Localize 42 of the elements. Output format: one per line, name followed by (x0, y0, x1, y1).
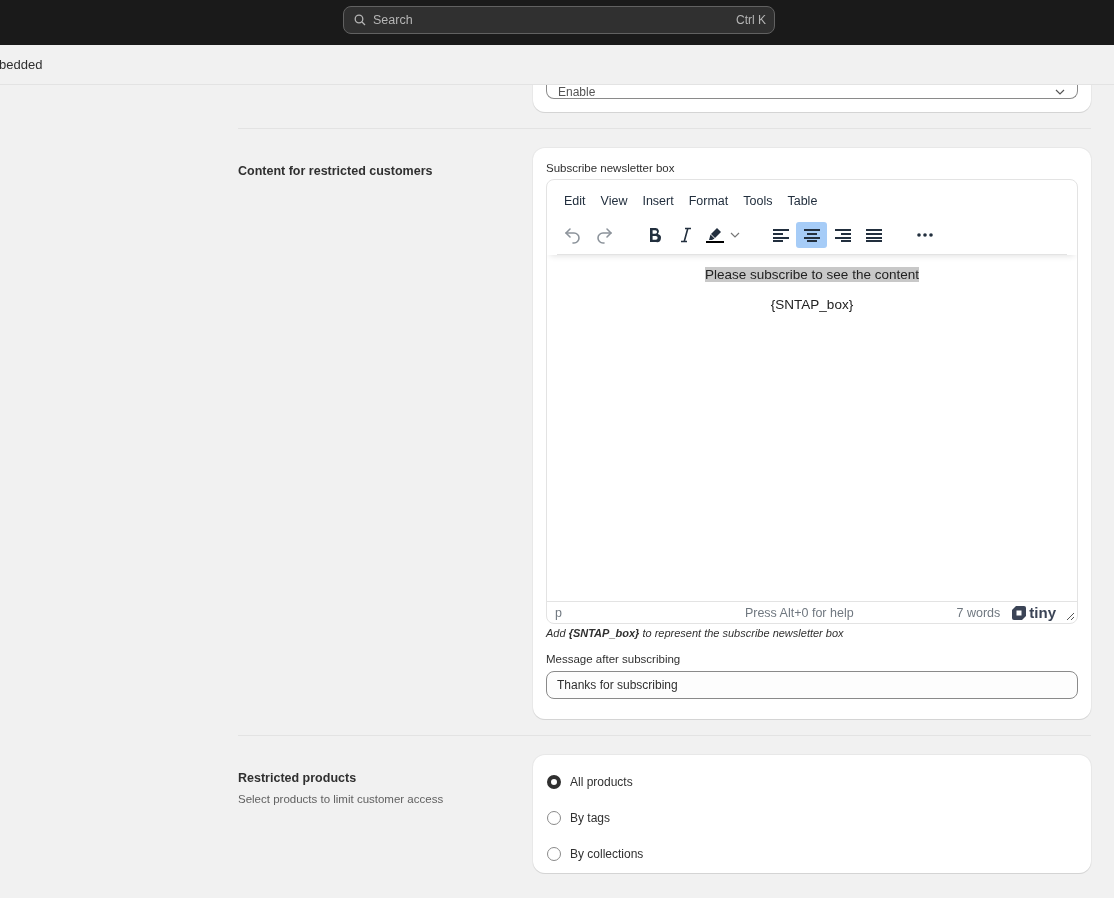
paragraph-text: {SNTAP_box} (770, 297, 854, 312)
menu-item[interactable]: Edit (557, 190, 593, 212)
bold-icon (647, 226, 662, 243)
menu-item[interactable]: Insert (635, 190, 681, 212)
keyboard-shortcut: Ctrl K (736, 13, 766, 27)
align-right-icon (833, 227, 852, 242)
radio-button[interactable] (547, 847, 561, 861)
justify-icon (864, 227, 883, 242)
help-text: Press Alt+0 for help (743, 605, 855, 620)
marker-icon (706, 226, 724, 243)
radio-label[interactable]: By tags (570, 811, 611, 825)
chevron-down-icon (730, 231, 740, 238)
word-count: 7 words (956, 605, 1001, 620)
radio-button[interactable] (547, 775, 561, 789)
menu-item[interactable]: Tools (736, 190, 780, 212)
page-title: bedded (0, 57, 43, 72)
logo-icon (1012, 605, 1027, 620)
brand-logo: tiny (1029, 604, 1056, 621)
select-field[interactable]: Enable (546, 85, 1078, 99)
radio-label[interactable]: All products (570, 775, 633, 789)
radio-label[interactable]: By collections (570, 847, 644, 861)
section-title: Content for restricted customers (238, 163, 434, 178)
search-icon (354, 14, 366, 26)
align-center-button[interactable] (796, 221, 827, 248)
menu-item[interactable]: Format (681, 190, 736, 212)
italic-icon (679, 226, 692, 243)
menu-item[interactable]: Table (780, 190, 825, 212)
section-title: Restricted products (238, 770, 358, 785)
chevron-down-icon (1055, 88, 1065, 95)
text-field[interactable]: Thanks for subscribing (546, 671, 1078, 699)
help-text: Add {SNTAP_box} to represent the subscribe newsletter box (546, 627, 845, 639)
menu-item[interactable]: View (593, 190, 635, 212)
paragraph-text: Please subscribe to see the content (705, 267, 919, 282)
radio-button[interactable] (547, 811, 561, 825)
section-description: Select products to limit customer access (238, 793, 445, 805)
field-label: Message after subscribing (546, 653, 682, 665)
element-path: p (555, 605, 562, 620)
more-icon (916, 232, 933, 237)
resize-handle-icon (1066, 612, 1074, 620)
align-left-icon (771, 227, 790, 242)
field-label: Subscribe newsletter box (546, 162, 676, 174)
align-center-icon (802, 227, 821, 242)
